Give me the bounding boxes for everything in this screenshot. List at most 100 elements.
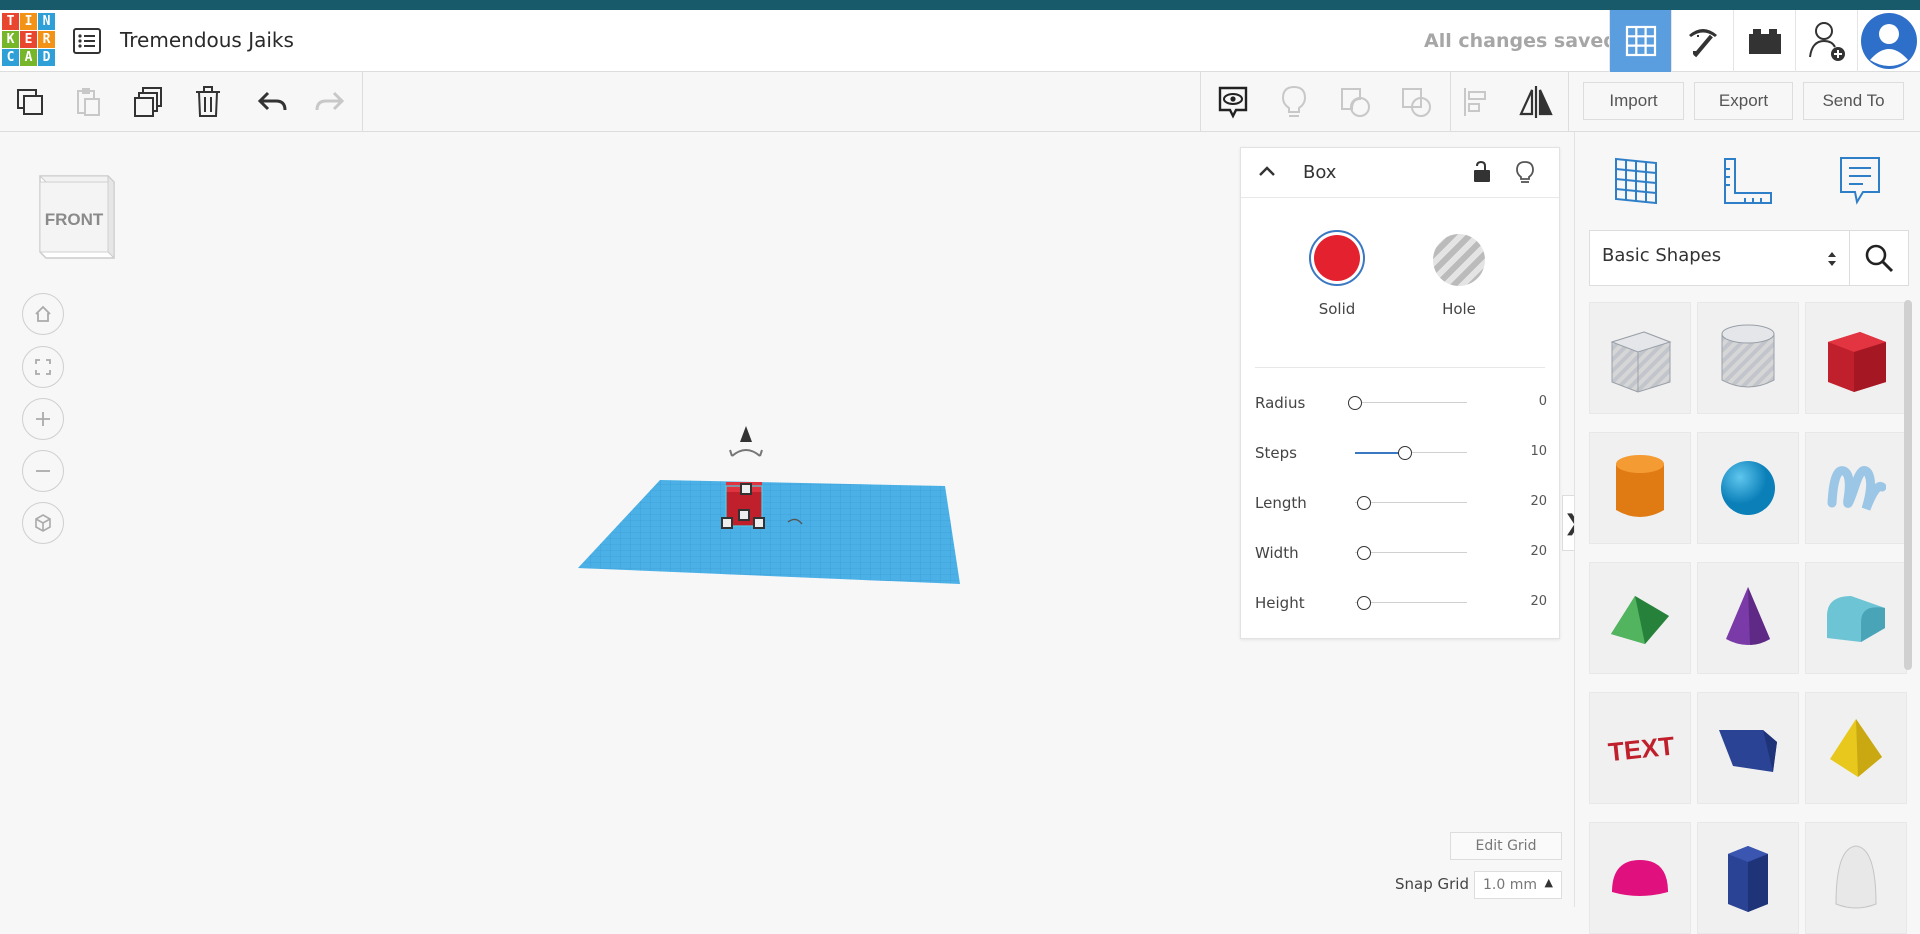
- project-title[interactable]: Tremendous Jaiks: [120, 28, 294, 52]
- edit-grid-button[interactable]: Edit Grid: [1450, 832, 1562, 860]
- property-slider-knob[interactable]: [1356, 496, 1371, 510]
- projection-toggle-button[interactable]: [22, 502, 64, 544]
- shape-wedge[interactable]: [1697, 692, 1799, 804]
- hole-button[interactable]: [1433, 234, 1485, 286]
- toolbar: Import Export Send To: [0, 72, 1920, 132]
- shape-category-select[interactable]: Basic Shapes: [1589, 230, 1851, 286]
- 3d-design-view-button[interactable]: [1609, 10, 1671, 72]
- align-button[interactable]: [1456, 82, 1496, 122]
- shape-sphere[interactable]: [1697, 432, 1799, 544]
- top-strip: [0, 0, 1920, 10]
- save-status: All changes saved: [1424, 30, 1617, 52]
- property-slider-knob[interactable]: [1348, 396, 1362, 410]
- visibility-button[interactable]: [1515, 160, 1535, 188]
- send-to-button[interactable]: Send To: [1803, 82, 1904, 120]
- shape-gallery-scrollbar[interactable]: [1904, 300, 1912, 670]
- shape-half-sphere[interactable]: [1589, 822, 1691, 934]
- invite-user-button[interactable]: [1795, 10, 1857, 72]
- shape-text[interactable]: TEXT: [1589, 692, 1691, 804]
- property-slider-knob[interactable]: [1356, 596, 1371, 610]
- workplane-viewport[interactable]: [560, 400, 980, 600]
- import-button[interactable]: Import: [1583, 82, 1684, 120]
- ruler-tab[interactable]: [1717, 150, 1779, 212]
- delete-button[interactable]: [188, 82, 228, 122]
- shape-paraboloid[interactable]: [1805, 822, 1907, 934]
- home-view-button[interactable]: [22, 293, 64, 335]
- show-hide-button[interactable]: [1274, 82, 1314, 122]
- notes-tool-button[interactable]: [1213, 82, 1253, 122]
- list-icon: [73, 28, 101, 54]
- shape-scribble[interactable]: [1805, 432, 1907, 544]
- view-cube[interactable]: FRONT: [34, 172, 116, 260]
- mirror-button[interactable]: [1516, 82, 1556, 122]
- zoom-out-button[interactable]: [22, 450, 64, 492]
- logo-letter: D: [38, 49, 55, 66]
- rotate-handle: [731, 449, 761, 457]
- property-height: Height 20: [1255, 588, 1547, 618]
- group-icon: [1341, 88, 1370, 117]
- group-button[interactable]: [1335, 82, 1375, 122]
- copy-button[interactable]: [10, 82, 50, 122]
- duplicate-button[interactable]: [128, 82, 168, 122]
- property-slider-knob[interactable]: [1398, 446, 1413, 460]
- roof-icon: [1611, 596, 1669, 644]
- shape-cylinder-hole[interactable]: [1697, 302, 1799, 414]
- shape-pyramid[interactable]: [1805, 692, 1907, 804]
- shape-box[interactable]: [1805, 302, 1907, 414]
- svg-text:TEXT: TEXT: [1607, 730, 1676, 767]
- shape-round-roof[interactable]: [1805, 562, 1907, 674]
- shape-roof[interactable]: [1589, 562, 1691, 674]
- design-list-button[interactable]: [72, 26, 102, 56]
- shape-polygon[interactable]: [1697, 822, 1799, 934]
- property-label: Steps: [1255, 444, 1297, 462]
- zoom-in-button[interactable]: [22, 398, 64, 440]
- property-slider-track[interactable]: [1355, 502, 1467, 503]
- shape-cone[interactable]: [1697, 562, 1799, 674]
- box-icon: [1828, 332, 1886, 392]
- snap-grid-select[interactable]: 1.0 mm ▲: [1474, 871, 1562, 899]
- shape-box-hole[interactable]: [1589, 302, 1691, 414]
- bricks-button[interactable]: [1733, 10, 1795, 72]
- logo-letter: E: [20, 31, 37, 48]
- shape-search-button[interactable]: [1849, 230, 1909, 286]
- round-roof-icon: [1827, 596, 1885, 642]
- tinkercad-logo[interactable]: TIN KER CAD: [2, 13, 57, 68]
- cylinder-icon: [1616, 455, 1664, 517]
- logo-letter: N: [38, 13, 55, 30]
- notes-tab[interactable]: [1829, 150, 1891, 212]
- paste-button[interactable]: [68, 82, 108, 122]
- inspector-title: Box: [1303, 162, 1337, 183]
- fit-view-button[interactable]: [22, 346, 64, 388]
- ungroup-button[interactable]: [1396, 82, 1436, 122]
- property-slider-knob[interactable]: [1356, 546, 1371, 560]
- view-cube-label: FRONT: [44, 210, 104, 229]
- cone-icon: [1726, 587, 1770, 645]
- property-slider-track[interactable]: [1355, 402, 1467, 403]
- solid-color-button[interactable]: [1309, 230, 1365, 286]
- codeblocks-button[interactable]: [1671, 10, 1733, 72]
- shapes-panel: Basic Shapes TEXT: [1574, 132, 1920, 934]
- shape-inspector: Box Solid Hole Radius 0 Steps 10 Length 20 Wid…: [1240, 147, 1560, 639]
- shape-cylinder[interactable]: [1589, 432, 1691, 544]
- property-value[interactable]: 20: [1530, 494, 1547, 509]
- toolbar-separator: [1568, 72, 1569, 132]
- property-value[interactable]: 20: [1530, 544, 1547, 559]
- property-steps: Steps 10: [1255, 438, 1547, 468]
- property-slider-track[interactable]: [1355, 602, 1467, 603]
- collapse-inspector-button[interactable]: [1257, 162, 1277, 186]
- property-slider-track[interactable]: [1355, 552, 1467, 553]
- pyramid-icon: [1830, 719, 1882, 777]
- workplane-tab[interactable]: [1605, 150, 1667, 212]
- solid-label: Solid: [1318, 300, 1356, 318]
- undo-button[interactable]: [252, 82, 292, 122]
- property-value[interactable]: 10: [1530, 444, 1547, 459]
- export-button[interactable]: Export: [1694, 82, 1793, 120]
- selected-box[interactable]: [721, 482, 765, 529]
- redo-button[interactable]: [310, 82, 350, 122]
- property-value[interactable]: 0: [1539, 394, 1547, 409]
- lock-button[interactable]: [1471, 160, 1493, 188]
- user-avatar-button[interactable]: [1857, 10, 1920, 72]
- toolbar-separator: [362, 72, 363, 132]
- property-value[interactable]: 20: [1530, 594, 1547, 609]
- box-hole-icon: [1610, 331, 1672, 393]
